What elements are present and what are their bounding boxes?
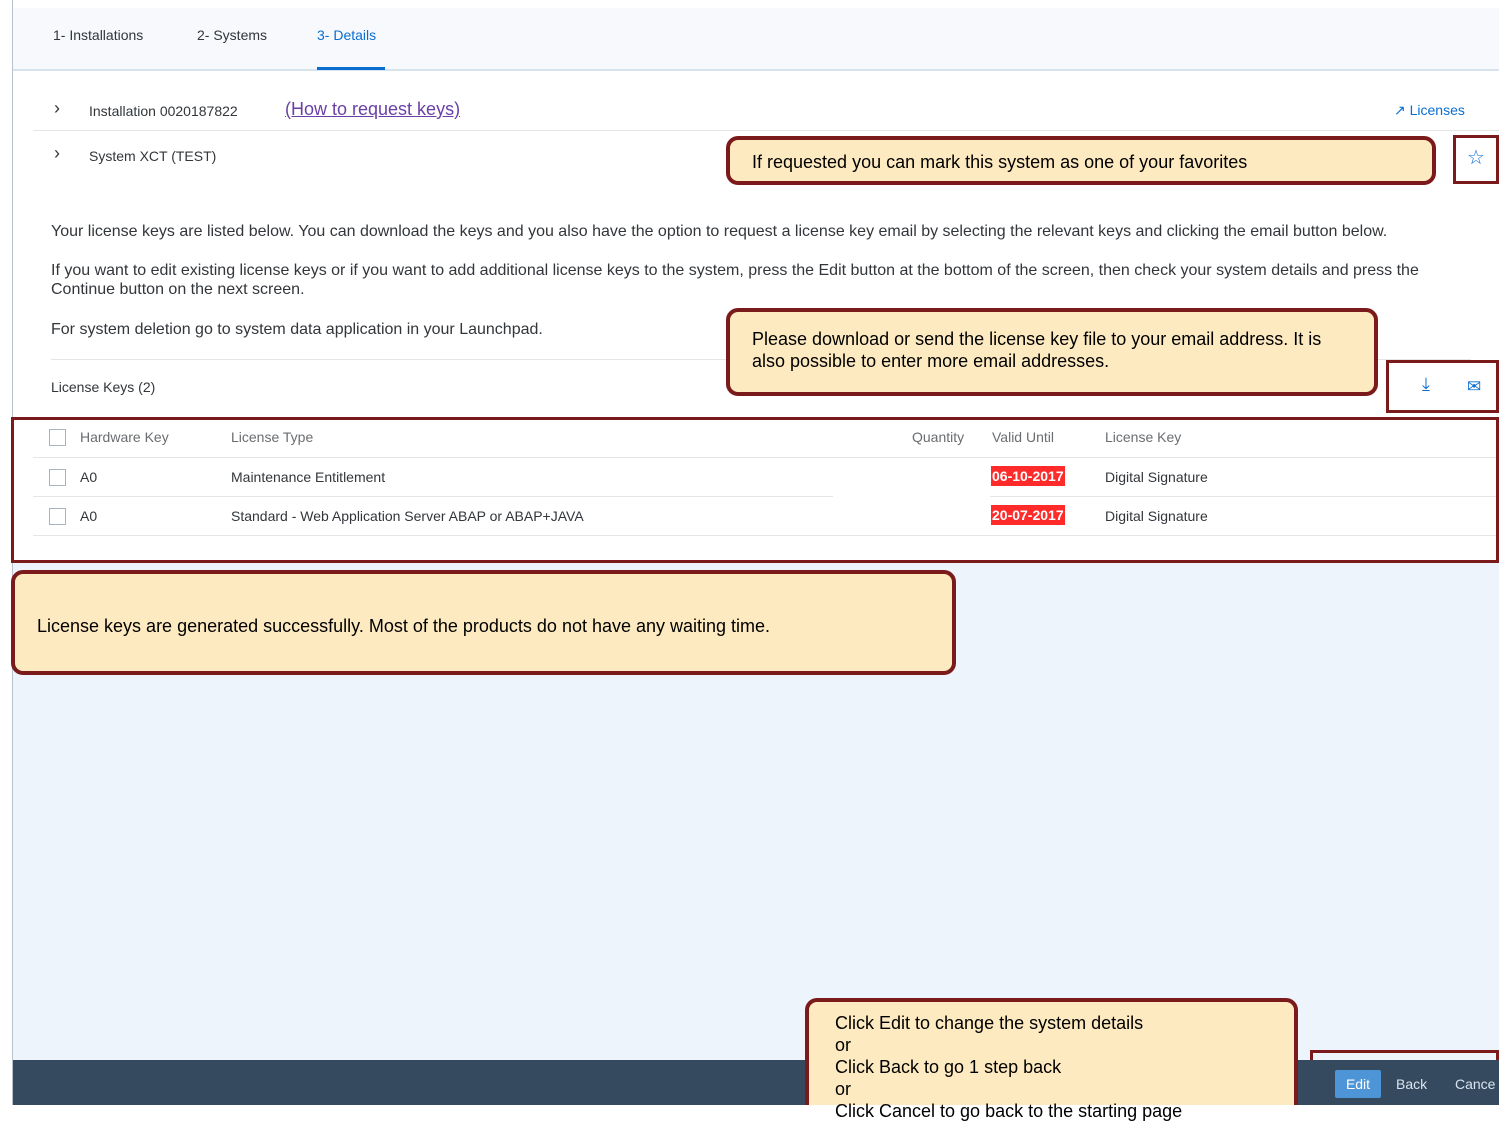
how-to-request-keys-link[interactable]: (How to request keys) — [285, 99, 460, 120]
licenses-link[interactable]: ↗ Licenses — [1394, 102, 1465, 119]
cancel-button[interactable]: Cance — [1455, 1076, 1495, 1092]
intro-paragraph-1: Your license keys are listed below. You … — [51, 223, 1388, 240]
licenses-link-label: Licenses — [1409, 102, 1465, 118]
license-keys-title: License Keys (2) — [51, 379, 156, 395]
footer-callout-line: or — [835, 1035, 852, 1055]
generated-callout: License keys are generated successfully.… — [11, 570, 956, 675]
favorite-highlight — [1453, 135, 1499, 184]
intro-paragraph-2: If you want to edit existing license key… — [51, 262, 1419, 298]
installation-label: Installation 0020187822 — [89, 103, 238, 119]
external-link-icon: ↗ — [1394, 102, 1406, 118]
download-email-highlight — [1386, 360, 1499, 413]
footer-callout-line: or — [835, 1079, 852, 1099]
top-strip — [0, 0, 1499, 8]
back-button[interactable]: Back — [1396, 1076, 1427, 1092]
tab-systems[interactable]: 2- Systems — [197, 27, 267, 43]
edit-button[interactable]: Edit — [1335, 1070, 1381, 1098]
table-highlight — [11, 417, 1499, 563]
footer-callout-line: Click Back to go 1 step back — [835, 1057, 1062, 1077]
download-callout: Please download or send the license key … — [726, 308, 1378, 396]
footer-callout-line: Click Edit to change the system details — [835, 1013, 1144, 1033]
footer-callout-line: Click Cancel to go back to the starting … — [835, 1101, 1183, 1121]
footer-callout: Click Edit to change the system details … — [805, 998, 1298, 1121]
tab-installations[interactable]: 1- Installations — [53, 27, 143, 43]
chevron-right-icon[interactable]: › — [54, 143, 60, 164]
active-tab-indicator — [317, 67, 385, 70]
favorites-callout: If requested you can mark this system as… — [726, 136, 1436, 185]
row-divider — [33, 130, 1499, 131]
chevron-right-icon[interactable]: › — [54, 98, 60, 119]
tab-details[interactable]: 3- Details — [317, 27, 376, 43]
system-label: System XCT (TEST) — [89, 148, 217, 164]
